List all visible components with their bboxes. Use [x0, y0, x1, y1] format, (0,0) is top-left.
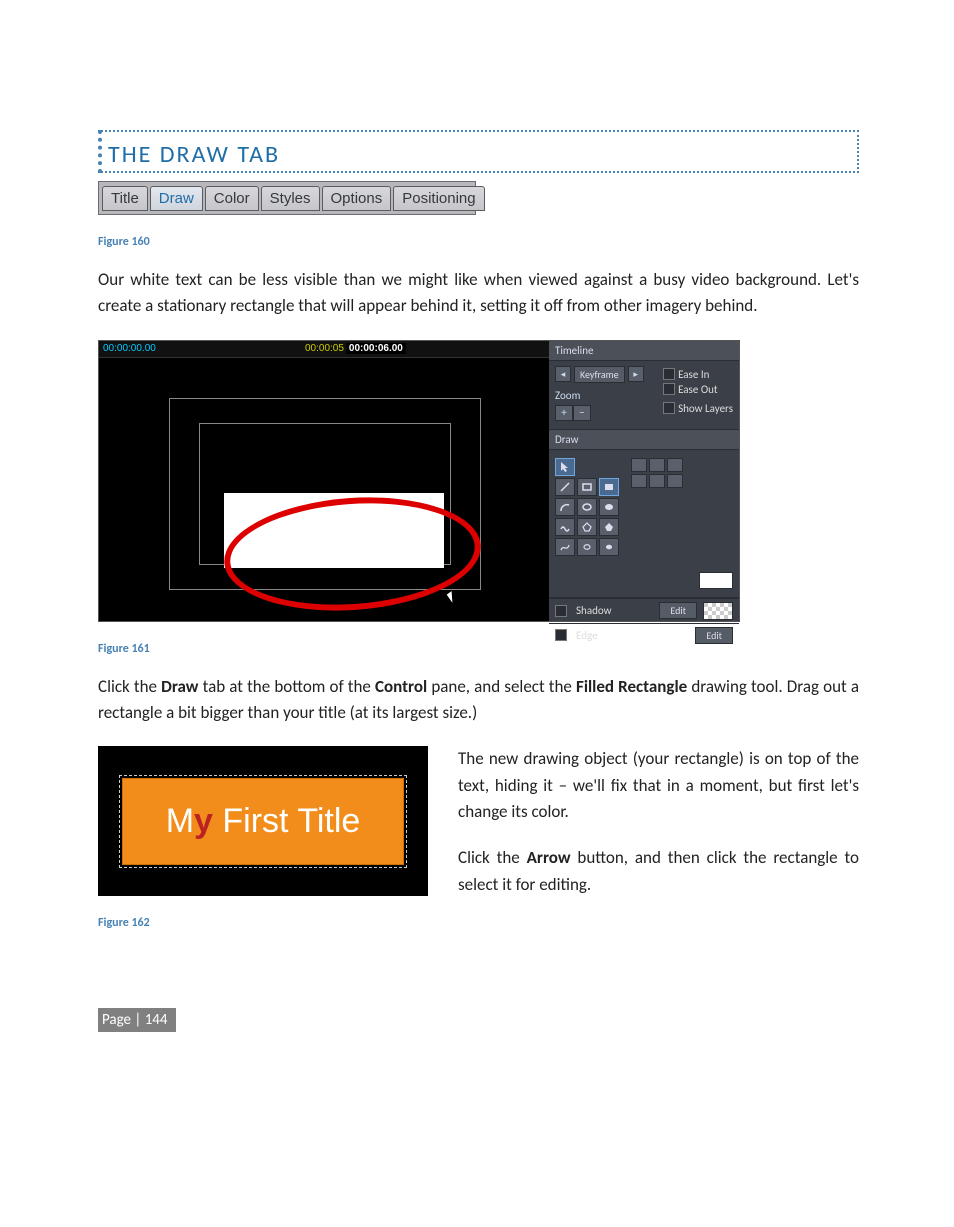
- control-panel: Timeline ◂ Keyframe ▸ Zoom + −: [549, 341, 739, 621]
- paragraph-3: The new drawing object (your rectangle) …: [458, 746, 859, 825]
- keyframe-next-button[interactable]: ▸: [628, 366, 644, 382]
- zoom-label: Zoom: [555, 389, 644, 402]
- paragraph-2: Click the Draw tab at the bottom of the …: [98, 674, 859, 727]
- arc-tool[interactable]: [555, 498, 575, 516]
- line-tool[interactable]: [555, 478, 575, 496]
- section-heading: THE DRAW TAB: [98, 130, 859, 173]
- align-left[interactable]: [631, 458, 647, 472]
- closed-spline-tool[interactable]: [577, 538, 597, 556]
- align-bottom[interactable]: [631, 474, 647, 488]
- filled-rectangle-tool[interactable]: [599, 478, 619, 496]
- tab-color[interactable]: Color: [205, 186, 259, 211]
- page-number: Page | 144: [98, 1008, 176, 1032]
- ruler-end-timecode: 00:00:06.00: [346, 343, 406, 354]
- selection-marquee: [119, 775, 407, 868]
- filled-ellipse-tool[interactable]: [599, 498, 619, 516]
- cursor-icon: [447, 591, 458, 603]
- align-right[interactable]: [667, 458, 683, 472]
- keyframe-prev-button[interactable]: ◂: [555, 366, 571, 382]
- figure-161: 00:00:00.00 00:00:05 00:00:06.00 Timelin…: [98, 340, 740, 622]
- tab-options[interactable]: Options: [322, 186, 392, 211]
- figure-160-caption: Figure 160: [98, 235, 859, 249]
- color-swatch[interactable]: [699, 572, 733, 589]
- ruler-start-timecode: 00:00:00.00: [103, 343, 156, 354]
- tab-title[interactable]: Title: [102, 186, 148, 211]
- align-hcenter[interactable]: [649, 458, 665, 472]
- ease-in-label: Ease In: [678, 368, 709, 381]
- rectangle-tool[interactable]: [577, 478, 597, 496]
- spline-tool[interactable]: [555, 538, 575, 556]
- keyframe-label[interactable]: Keyframe: [574, 366, 625, 383]
- figure-162: My First Title: [98, 746, 428, 896]
- shadow-label: Shadow: [576, 604, 653, 617]
- paragraph-4: Click the Arrow button, and then click t…: [458, 845, 859, 898]
- align-grid: [631, 458, 683, 488]
- show-layers-checkbox[interactable]: [663, 402, 675, 414]
- ellipse-tool[interactable]: [577, 498, 597, 516]
- tab-positioning[interactable]: Positioning: [393, 186, 484, 211]
- figure-160-tabstrip: Title Draw Color Styles Options Position…: [98, 181, 476, 215]
- timeline-ruler[interactable]: 00:00:00.00 00:00:05 00:00:06.00: [99, 341, 549, 358]
- paragraph-1: Our white text can be less visible than …: [98, 267, 859, 320]
- canvas-stage[interactable]: [99, 358, 549, 622]
- filled-polygon-tool[interactable]: [599, 518, 619, 536]
- align-top[interactable]: [667, 474, 683, 488]
- figure-162-caption: Figure 162: [98, 916, 428, 930]
- shadow-swatch[interactable]: [703, 602, 733, 620]
- section-heading-text: THE DRAW TAB: [108, 140, 280, 169]
- shadow-checkbox[interactable]: [555, 605, 567, 617]
- timeline-panel-header: Timeline: [549, 341, 739, 361]
- align-vcenter[interactable]: [649, 474, 665, 488]
- filled-spline-tool[interactable]: [599, 538, 619, 556]
- polygon-tool[interactable]: [577, 518, 597, 536]
- edge-label: Edge: [576, 629, 689, 642]
- figure-161-caption: Figure 161: [98, 642, 859, 656]
- draw-tool-grid: [555, 458, 619, 556]
- draw-panel-header: Draw: [549, 430, 739, 450]
- ease-in-checkbox[interactable]: [663, 368, 675, 380]
- canvas-area: 00:00:00.00 00:00:05 00:00:06.00: [99, 341, 549, 621]
- shadow-edit-button[interactable]: Edit: [659, 602, 697, 619]
- ease-out-checkbox[interactable]: [663, 383, 675, 395]
- ease-out-label: Ease Out: [678, 383, 717, 396]
- zoom-out-button[interactable]: −: [573, 405, 591, 421]
- tab-draw[interactable]: Draw: [150, 186, 203, 211]
- freehand-tool[interactable]: [555, 518, 575, 536]
- ruler-mid-timecode: 00:00:05: [305, 343, 344, 354]
- arrow-tool[interactable]: [555, 458, 575, 476]
- tab-styles[interactable]: Styles: [261, 186, 320, 211]
- edge-edit-button[interactable]: Edit: [695, 627, 733, 644]
- show-layers-label: Show Layers: [678, 402, 733, 415]
- edge-checkbox[interactable]: [555, 629, 567, 641]
- zoom-in-button[interactable]: +: [555, 405, 573, 421]
